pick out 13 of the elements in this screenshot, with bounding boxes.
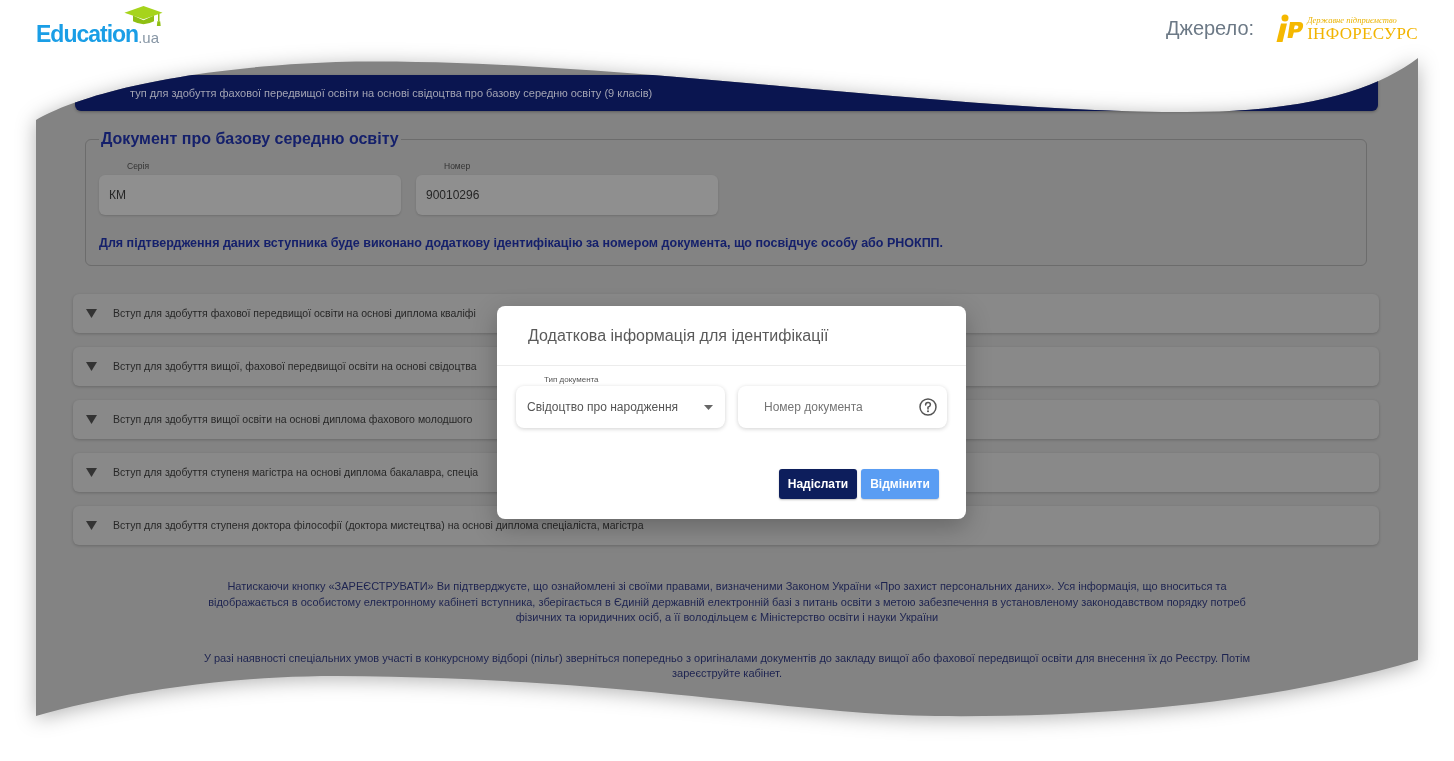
field-label: Тип документа [543,374,600,386]
notice-text: Натискаючи кнопку «ЗАРЕЄСТРУВАТИ» Ви підтверджуєте, що ознайомлені зі своїми правами, визначеними Законом України «Про захист персональних даних». Уся інформація, що вноситься та відображається в особистому електронному кабінеті вступника, зберігається в Єдиній державній електронній базі з питань освіти з метою забезпечення в установленому законодавством порядку потреб фізичних та юридичних осіб, а її володільцем є Міністерство освіти і науки України [207,579,1247,625]
info-note: Для підтвердження даних вступника буде виконано додаткову ідентифікацію за номером документа, що посвідчує особу або РНОКПП. [99,235,945,251]
logo-name: ІНФОРЕСУРС [1307,24,1418,42]
dialog-title: Додаткова інформація для ідентифікації [528,325,829,346]
field-label: Серія [126,161,151,171]
source-label: Джерело: [1165,18,1255,38]
logo-domain: .ua [138,30,160,45]
notice-text: У разі наявності спеціальних умов участі в конкурсному відборі (пільг) зверніться попередньо з оригіналами документів до закладу вищої або фахової передвищої освіти для внесення їх до Реєстру. Потім зареєструйте кабінет. [202,650,1252,681]
section-legend: Документ про базову середню освіту [99,129,401,149]
logo-wordmark: Education [36,23,139,46]
field-label: Номер [443,161,472,171]
logo-tagline: Державне підприємство [1307,14,1398,25]
